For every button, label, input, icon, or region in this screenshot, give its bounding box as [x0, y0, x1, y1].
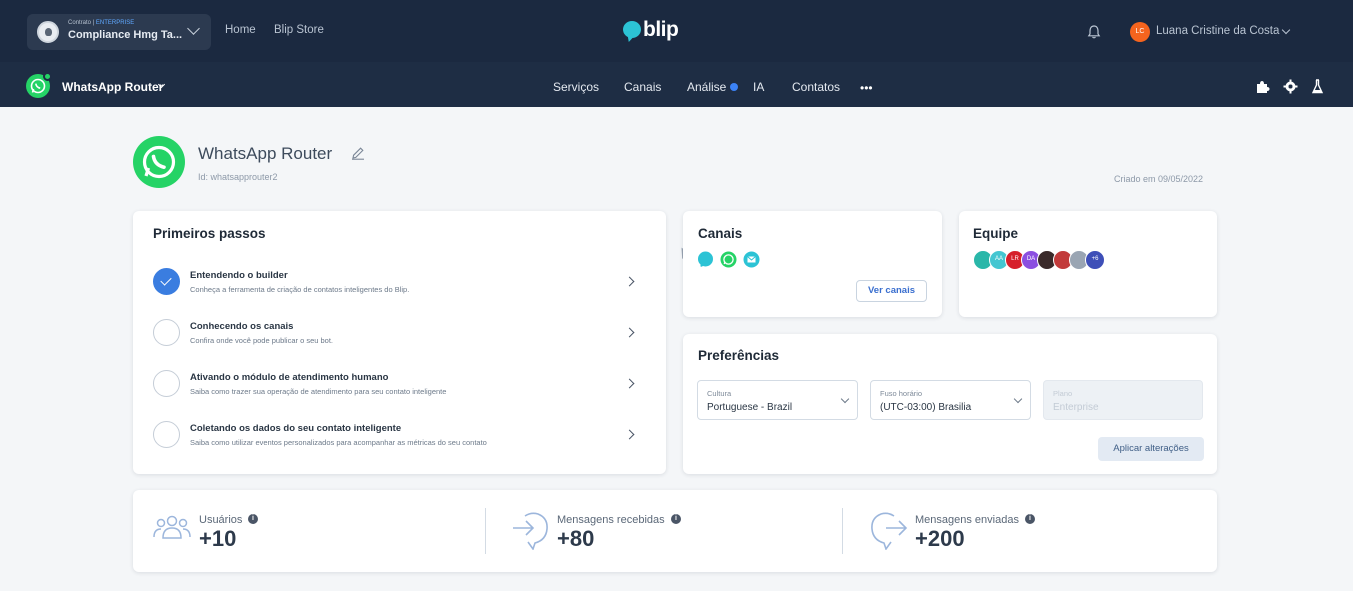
check-circle-icon	[153, 268, 180, 295]
divider	[842, 508, 843, 554]
step-title: Conhecendo os canais	[190, 321, 294, 332]
plan-value: Enterprise	[1053, 402, 1099, 413]
view-channels-button[interactable]: Ver canais	[856, 280, 927, 302]
chevron-right-icon	[624, 327, 635, 338]
chevron-down-icon[interactable]	[1281, 25, 1291, 35]
preferences-card: Preferências Cultura Portuguese - Brazil…	[683, 334, 1217, 474]
step-title: Coletando os dados do seu contato inteli…	[190, 423, 402, 434]
apply-changes-button[interactable]: Aplicar alterações	[1098, 437, 1204, 461]
bot-id: Id: whatsapprouter2	[198, 172, 278, 182]
more-options-icon[interactable]: •••	[860, 81, 873, 95]
online-status-dot	[43, 72, 52, 81]
chevron-down-icon	[1013, 394, 1023, 404]
email-icon[interactable]	[743, 251, 760, 268]
blip-chat-icon[interactable]	[697, 251, 714, 268]
chevron-down-icon	[840, 394, 850, 404]
bot-title: WhatsApp Router	[198, 144, 333, 163]
users-icon	[153, 515, 191, 539]
nav-blip-store[interactable]: Blip Store	[274, 24, 324, 36]
team-card: Equipe AA LR DA +6	[959, 211, 1217, 317]
user-avatar[interactable]: LC	[1130, 22, 1150, 42]
created-date: Criado em 09/05/2022	[1114, 174, 1204, 184]
culture-label: Cultura	[707, 389, 732, 398]
bot-avatar	[133, 136, 185, 188]
message-sent-icon	[871, 512, 908, 550]
team-more-count[interactable]: +6	[1085, 250, 1105, 270]
info-icon[interactable]: i	[248, 514, 258, 524]
contract-label: Contrato | ENTERPRISE	[68, 20, 135, 26]
divider	[485, 508, 486, 554]
chevron-right-icon	[624, 429, 635, 440]
info-icon[interactable]: i	[1025, 514, 1035, 524]
contract-selector[interactable]: Contrato | ENTERPRISE Compliance Hmg Ta.…	[27, 14, 211, 50]
step-description: Confira onde você pode publicar o seu bo…	[190, 336, 334, 345]
plan-field: Plano Enterprise	[1043, 380, 1203, 420]
timezone-label: Fuso horário	[880, 389, 923, 398]
tab-contatos[interactable]: Contatos	[792, 80, 840, 94]
lab-flask-icon[interactable]	[1310, 79, 1325, 94]
stats-card: Usuários i +10 Mensagens recebidas i +80…	[133, 490, 1217, 572]
step-title: Ativando o módulo de atendimento humano	[190, 372, 389, 383]
info-icon[interactable]: i	[671, 514, 681, 524]
first-steps-title: Primeiros passos	[153, 226, 266, 241]
blip-logo-icon	[623, 21, 641, 38]
stat-value-users: +10	[199, 526, 237, 551]
stat-value-sent: +200	[915, 526, 965, 551]
channels-card: Canais Ver canais	[683, 211, 942, 317]
empty-circle-icon	[153, 421, 180, 448]
timezone-select[interactable]: Fuso horário (UTC-03:00) Brasilia	[870, 380, 1031, 420]
bot-navigation-bar: WhatsApp Router Serviços Canais Análise …	[0, 62, 1353, 107]
tab-analise[interactable]: Análise	[687, 80, 726, 94]
empty-circle-icon	[153, 319, 180, 346]
contract-plan-badge: ENTERPRISE	[95, 20, 135, 26]
step-description: Saiba como trazer sua operação de atendi…	[190, 387, 447, 396]
message-received-icon	[513, 512, 548, 550]
chevron-right-icon	[624, 378, 635, 389]
user-menu[interactable]: Luana Cristine da Costa	[1156, 25, 1279, 37]
bot-selector[interactable]: WhatsApp Router	[62, 80, 163, 94]
plan-label: Plano	[1053, 389, 1073, 398]
step-description: Conheça a ferramenta de criação de conta…	[190, 285, 410, 294]
chevron-down-icon	[187, 22, 200, 35]
puzzle-icon[interactable]	[1255, 79, 1270, 94]
top-bar: Contrato | ENTERPRISE Compliance Hmg Ta.…	[0, 0, 1353, 62]
preferences-title: Preferências	[698, 348, 780, 363]
empty-circle-icon	[153, 370, 180, 397]
channels-title: Canais	[698, 226, 743, 241]
whatsapp-icon	[142, 145, 176, 179]
whatsapp-icon	[26, 72, 52, 98]
first-steps-card: Primeiros passos Entendendo o builder Co…	[133, 211, 666, 474]
bell-icon[interactable]	[1086, 24, 1102, 40]
gear-icon[interactable]	[1283, 79, 1298, 94]
timezone-value: (UTC-03:00) Brasilia	[880, 402, 972, 413]
culture-value: Portuguese - Brazil	[707, 402, 793, 413]
stat-label-received: Mensagens recebidas	[557, 514, 665, 526]
tab-ia[interactable]: IA	[753, 80, 764, 94]
contract-avatar	[37, 21, 59, 43]
step-title: Entendendo o builder	[190, 270, 288, 281]
stat-label-users: Usuários	[199, 514, 243, 526]
notification-dot	[730, 83, 738, 91]
whatsapp-icon[interactable]	[720, 251, 737, 268]
contract-name: Compliance Hmg Ta...	[68, 29, 183, 41]
team-title: Equipe	[973, 226, 1019, 241]
step-description: Saiba como utilizar eventos personalizad…	[190, 438, 487, 447]
tab-canais[interactable]: Canais	[624, 80, 661, 94]
stat-label-sent: Mensagens enviadas	[915, 514, 1019, 526]
chevron-right-icon	[624, 276, 635, 287]
culture-select[interactable]: Cultura Portuguese - Brazil	[697, 380, 858, 420]
pencil-edit-icon[interactable]	[351, 146, 365, 160]
stat-value-received: +80	[557, 526, 595, 551]
nav-home[interactable]: Home	[225, 24, 256, 36]
tab-servicos[interactable]: Serviços	[553, 80, 599, 94]
